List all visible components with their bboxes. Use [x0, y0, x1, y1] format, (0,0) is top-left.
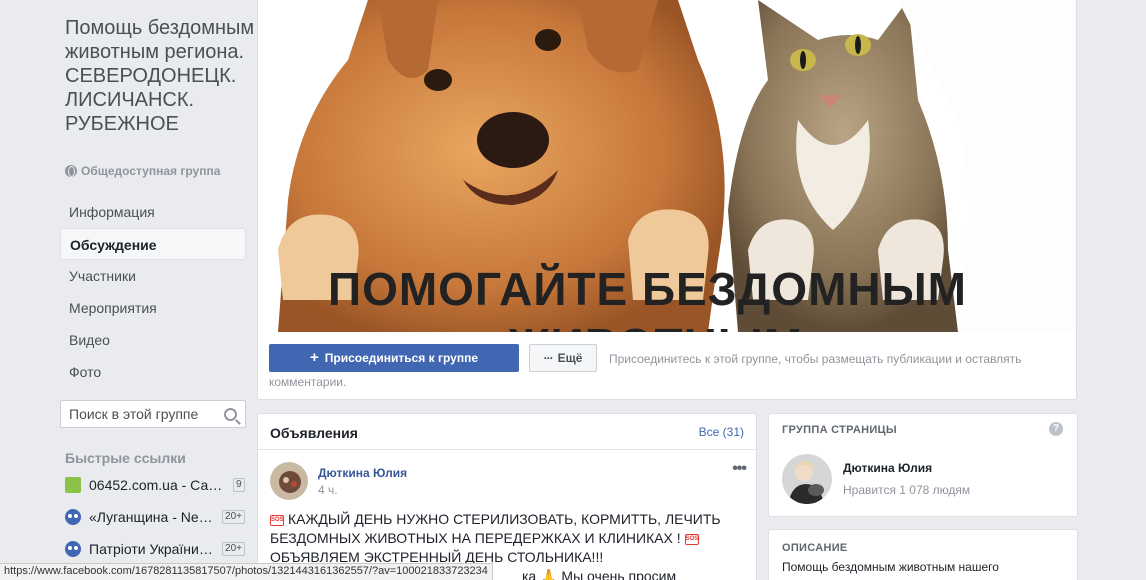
nav-item-members[interactable]: Участники [60, 260, 246, 292]
group-type-text: Общедоступная группа [81, 164, 221, 178]
nav-item-info[interactable]: Информация [60, 196, 246, 228]
page-name[interactable]: Дюткина Юлия [843, 461, 932, 475]
quick-links-title: Быстрые ссылки [65, 450, 186, 466]
search-input[interactable] [69, 406, 219, 422]
announcements-card: Объявления Все (31) Дюткина Юлия 4 ч. ••… [257, 413, 757, 580]
post-line: КАЖДЫЙ ДЕНЬ НУЖНО СТЕРИЛИЗОВАТЬ, КОРМИТТ… [288, 511, 721, 527]
cover-caption-line2: ЖИВОТНЫМ [508, 318, 803, 332]
quick-link-label: Патріоти України - ... [89, 541, 217, 557]
site-icon [65, 477, 81, 493]
nav-item-events[interactable]: Мероприятия [60, 292, 246, 324]
plus-icon: + [309, 349, 319, 366]
description-text: Помощь бездомным животным нашего [782, 560, 999, 574]
announcements-header: Объявления Все (31) [258, 414, 756, 450]
group-nav: Информация Обсуждение Участники Мероприя… [60, 196, 246, 388]
avatar-image [270, 462, 308, 500]
quick-link-badge: 20+ [222, 510, 245, 524]
nav-item-photos[interactable]: Фото [60, 356, 246, 388]
sos-icon: SOS [684, 533, 699, 545]
group-page-title: ГРУППА СТРАНИЦЫ [782, 424, 897, 436]
announcements-title: Объявления [270, 425, 358, 441]
quick-link-badge: 9 [233, 478, 245, 492]
group-icon [65, 509, 81, 525]
join-group-button[interactable]: + Присоединиться к группе [269, 344, 519, 372]
post-line: ка 🙏 Мы очень просим [522, 568, 677, 580]
group-icon [65, 541, 81, 557]
group-title[interactable]: Помощь бездомным животным региона. СЕВЕР… [65, 16, 255, 136]
quick-link-item[interactable]: 06452.com.ua - Сайт... 9 [65, 475, 245, 495]
status-bar-url: https://www.facebook.com/167828113581750… [0, 563, 493, 580]
description-title: ОПИСАНИЕ [782, 542, 848, 554]
avatar[interactable] [782, 454, 832, 504]
nav-item-discussion[interactable]: Обсуждение [60, 228, 246, 260]
search-icon[interactable] [224, 407, 237, 421]
more-label: Ещё [557, 351, 583, 365]
group-page-card: ГРУППА СТРАНИЦЫ ? Дюткина Юлия Нравится … [768, 413, 1078, 517]
group-header-card: ПОМОГАЙТЕ БЕЗДОМНЫМ ЖИВОТНЫМ Присоединит… [257, 0, 1077, 400]
quick-link-item[interactable]: «Луганщина - News» 20+ [65, 507, 245, 527]
quick-link-badge: 20+ [222, 542, 245, 556]
cover-photo[interactable]: ПОМОГАЙТЕ БЕЗДОМНЫМ ЖИВОТНЫМ [258, 0, 1076, 332]
more-dots-icon: ··· [543, 351, 554, 365]
page-likes: Нравится 1 078 людям [843, 483, 971, 497]
avatar-image [782, 454, 832, 504]
join-group-label: Присоединиться к группе [324, 351, 478, 365]
cover-caption-line1: ПОМОГАЙТЕ БЕЗДОМНЫМ [328, 263, 967, 315]
group-privacy-label: Общедоступная группа [65, 164, 220, 178]
quick-link-item[interactable]: Патріоти України - ... 20+ [65, 539, 245, 559]
help-icon[interactable]: ? [1049, 422, 1063, 436]
group-search [60, 400, 246, 428]
post-timestamp[interactable]: 4 ч. [318, 483, 338, 497]
nav-item-video[interactable]: Видео [60, 324, 246, 356]
quick-link-label: «Луганщина - News» [89, 509, 217, 525]
post-line: БЕЗДОМНЫХ ЖИВОТНЫХ НА ПЕРЕДЕРЖКАХ И КЛИН… [270, 530, 681, 546]
sos-icon: SOS [270, 514, 284, 526]
avatar[interactable] [270, 462, 308, 500]
description-card: ОПИСАНИЕ Помощь бездомным животным нашег… [768, 529, 1078, 580]
more-button[interactable]: ··· Ещё [529, 344, 597, 372]
quick-link-label: 06452.com.ua - Сайт... [89, 477, 227, 493]
post-author[interactable]: Дюткина Юлия [318, 466, 407, 480]
post-options-icon[interactable]: ••• [732, 460, 747, 478]
see-all-link[interactable]: Все (31) [699, 425, 744, 439]
globe-icon [65, 165, 77, 177]
